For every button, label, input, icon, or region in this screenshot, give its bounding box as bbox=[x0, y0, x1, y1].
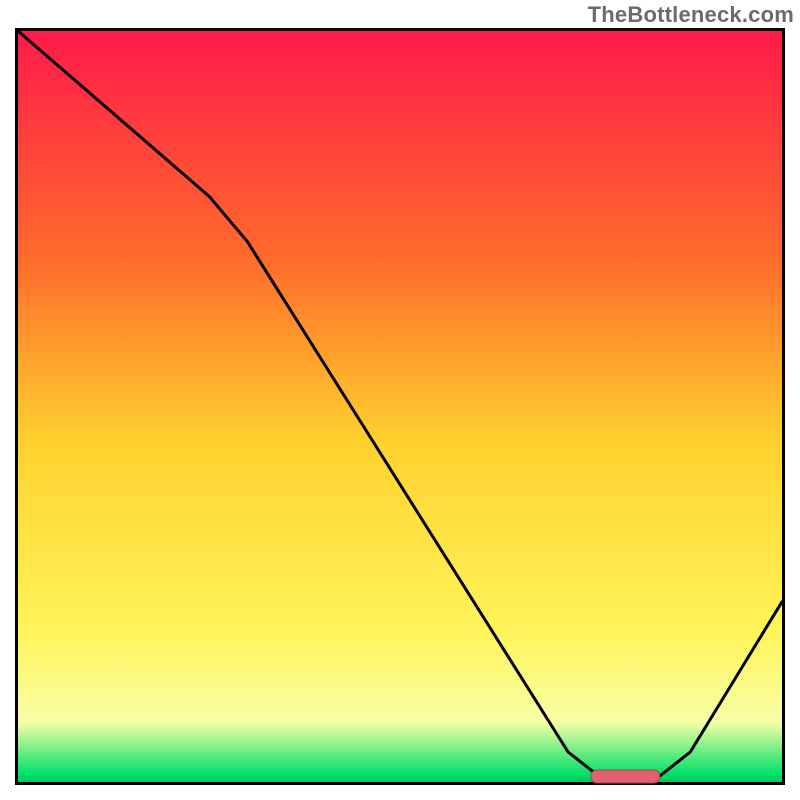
plot-area bbox=[15, 28, 785, 785]
optimal-marker bbox=[591, 770, 660, 783]
gradient-background bbox=[18, 31, 782, 782]
chart-stage: TheBottleneck.com bbox=[0, 0, 800, 800]
watermark-text: TheBottleneck.com bbox=[588, 2, 794, 28]
chart-svg bbox=[15, 28, 785, 785]
